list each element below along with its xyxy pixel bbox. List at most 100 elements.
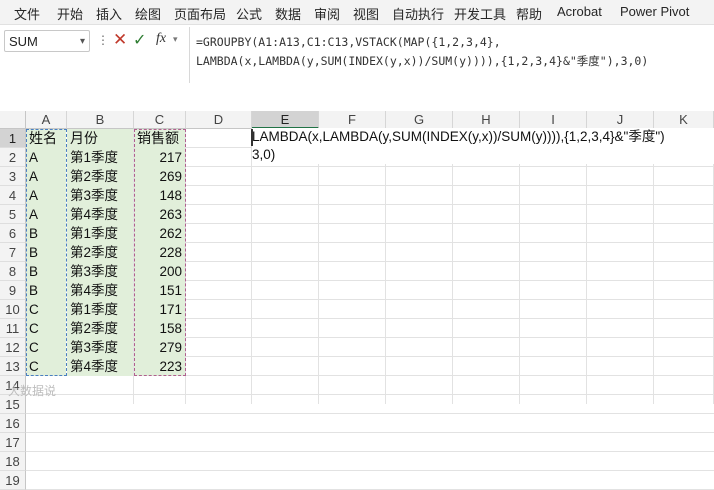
table-header-cell[interactable]: 月份 [67, 129, 133, 148]
tab-page-layout[interactable]: 页面布局 [174, 4, 226, 23]
grid-line [26, 394, 714, 395]
cancel-icon[interactable]: ✕ [113, 30, 127, 50]
row-header-13[interactable]: 13 [0, 357, 26, 376]
row-header-2[interactable]: 2 [0, 148, 26, 167]
column-header-g[interactable]: G [386, 111, 453, 129]
table-cell[interactable]: 第3季度 [67, 262, 133, 281]
column-header-i[interactable]: I [520, 111, 587, 129]
formula-input[interactable]: =GROUPBY(A1:A13,C1:C13,VSTACK(MAP({1,2,3… [196, 33, 710, 71]
in-cell-editor[interactable]: LAMBDA(x,LAMBDA(y,SUM(INDEX(y,x))/SUM(y)… [252, 128, 714, 164]
tab-automate[interactable]: 自动执行 [392, 4, 444, 23]
row-header-16[interactable]: 16 [0, 414, 26, 433]
grid-line [26, 451, 714, 452]
table-cell[interactable]: 217 [134, 148, 185, 167]
table-cell[interactable]: 第2季度 [67, 319, 133, 338]
table-cell[interactable]: 第4季度 [67, 205, 133, 224]
table-cell[interactable]: 第2季度 [67, 167, 133, 186]
tab-review[interactable]: 审阅 [314, 4, 340, 23]
row-header-11[interactable]: 11 [0, 319, 26, 338]
text-cursor [251, 129, 253, 146]
tab-developer[interactable]: 开发工具 [454, 4, 506, 23]
row-header-17[interactable]: 17 [0, 433, 26, 452]
row-header-4[interactable]: 4 [0, 186, 26, 205]
table-cell[interactable]: B [26, 243, 66, 262]
grid-line [26, 413, 714, 414]
table-cell[interactable]: 第1季度 [67, 148, 133, 167]
table-cell[interactable]: 第1季度 [67, 300, 133, 319]
tab-power-pivot[interactable]: Power Pivot [620, 4, 689, 19]
table-cell[interactable]: A [26, 148, 66, 167]
table-cell[interactable]: 262 [134, 224, 185, 243]
row-header-6[interactable]: 6 [0, 224, 26, 243]
table-cell[interactable]: C [26, 357, 66, 376]
column-header-b[interactable]: B [67, 111, 134, 129]
table-cell[interactable]: C [26, 338, 66, 357]
table-cell[interactable]: C [26, 300, 66, 319]
row-header-1[interactable]: 1 [0, 129, 26, 148]
table-cell[interactable]: B [26, 224, 66, 243]
table-cell[interactable]: A [26, 186, 66, 205]
tab-draw[interactable]: 绘图 [135, 4, 161, 23]
grid-line [653, 129, 654, 404]
chevron-down-icon[interactable]: ▾ [80, 31, 85, 53]
row-header-18[interactable]: 18 [0, 452, 26, 471]
table-cell[interactable]: 171 [134, 300, 185, 319]
formula-line-2: LAMBDA(x,LAMBDA(y,SUM(INDEX(y,x))/SUM(y)… [196, 54, 649, 68]
table-cell[interactable]: 269 [134, 167, 185, 186]
table-cell[interactable]: 158 [134, 319, 185, 338]
enter-check-icon[interactable]: ✓ [133, 30, 146, 50]
column-header-k[interactable]: K [654, 111, 714, 129]
tab-acrobat[interactable]: Acrobat [557, 4, 602, 19]
table-header-cell[interactable]: 销售额 [134, 129, 185, 148]
more-options-icon[interactable]: ⋮ [97, 33, 109, 47]
table-cell[interactable]: 223 [134, 357, 185, 376]
edit-line-1: LAMBDA(x,LAMBDA(y,SUM(INDEX(y,x))/SUM(y)… [252, 129, 665, 144]
table-cell[interactable]: 第4季度 [67, 357, 133, 376]
grid-line [185, 129, 186, 404]
insert-function-button[interactable]: fx [156, 31, 166, 47]
tab-file[interactable]: 文件 [14, 4, 40, 23]
column-header-j[interactable]: J [587, 111, 654, 129]
table-cell[interactable]: 200 [134, 262, 185, 281]
row-header-7[interactable]: 7 [0, 243, 26, 262]
tab-help[interactable]: 帮助 [516, 4, 542, 23]
table-cell[interactable]: C [26, 319, 66, 338]
tab-formulas[interactable]: 公式 [236, 4, 262, 23]
chevron-down-icon[interactable]: ▾ [173, 34, 178, 45]
table-cell[interactable]: 263 [134, 205, 185, 224]
table-cell[interactable]: 第3季度 [67, 186, 133, 205]
tab-insert[interactable]: 插入 [96, 4, 122, 23]
table-cell[interactable]: B [26, 281, 66, 300]
table-cell[interactable]: 228 [134, 243, 185, 262]
table-cell[interactable]: 第2季度 [67, 243, 133, 262]
column-header-h[interactable]: H [453, 111, 520, 129]
table-cell[interactable]: 第4季度 [67, 281, 133, 300]
column-header-e[interactable]: E [252, 111, 319, 129]
column-header-a[interactable]: A [26, 111, 67, 129]
row-header-19[interactable]: 19 [0, 471, 26, 490]
column-header-f[interactable]: F [319, 111, 386, 129]
formula-bar-divider [189, 27, 190, 83]
column-header-c[interactable]: C [134, 111, 186, 129]
table-cell[interactable]: 第1季度 [67, 224, 133, 243]
table-header-cell[interactable]: 姓名 [26, 129, 66, 148]
row-header-10[interactable]: 10 [0, 300, 26, 319]
table-cell[interactable]: A [26, 167, 66, 186]
select-all-corner[interactable] [0, 111, 26, 129]
row-header-3[interactable]: 3 [0, 167, 26, 186]
table-cell[interactable]: 第3季度 [67, 338, 133, 357]
table-cell[interactable]: B [26, 262, 66, 281]
table-cell[interactable]: A [26, 205, 66, 224]
row-header-12[interactable]: 12 [0, 338, 26, 357]
column-header-d[interactable]: D [186, 111, 252, 129]
table-cell[interactable]: 148 [134, 186, 185, 205]
tab-view[interactable]: 视图 [353, 4, 379, 23]
row-header-9[interactable]: 9 [0, 281, 26, 300]
table-cell[interactable]: 279 [134, 338, 185, 357]
row-header-5[interactable]: 5 [0, 205, 26, 224]
row-header-8[interactable]: 8 [0, 262, 26, 281]
table-cell[interactable]: 151 [134, 281, 185, 300]
name-box[interactable]: SUM ▾ [4, 30, 90, 52]
tab-home[interactable]: 开始 [57, 4, 83, 23]
tab-data[interactable]: 数据 [275, 4, 301, 23]
